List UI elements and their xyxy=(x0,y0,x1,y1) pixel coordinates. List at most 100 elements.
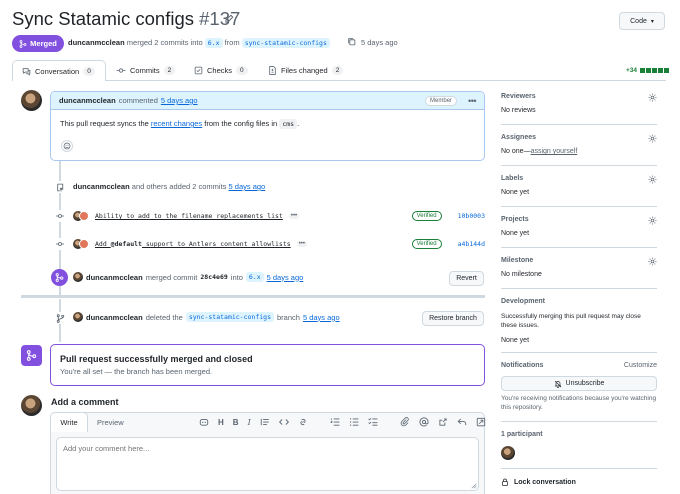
copilot-icon[interactable] xyxy=(199,417,209,427)
comment-text: from the config files in xyxy=(204,119,278,128)
kebab-menu-icon[interactable]: ••• xyxy=(468,96,476,106)
commits-event-time[interactable]: 5 days ago xyxy=(229,182,266,191)
gear-icon[interactable] xyxy=(648,216,657,225)
copy-branch-icon[interactable] xyxy=(347,37,356,48)
code-button[interactable]: Code ▾ xyxy=(619,12,665,30)
sidebar-assignees[interactable]: Assignees No one—assign yourself xyxy=(501,131,657,165)
editor-toolbar: H B I xyxy=(199,417,486,427)
gear-icon[interactable] xyxy=(648,134,657,143)
gear-icon[interactable] xyxy=(648,93,657,102)
member-badge: Member xyxy=(425,95,458,106)
diffstat-square xyxy=(646,68,652,73)
verified-badge[interactable]: Verified xyxy=(411,211,442,221)
avatar[interactable] xyxy=(501,446,515,460)
participants-label: 1 participant xyxy=(501,431,543,438)
tab-files-changed[interactable]: Files changed 2 xyxy=(268,66,344,75)
lock-conversation-link[interactable]: Lock conversation xyxy=(501,478,576,486)
head-branch[interactable]: sync-statamic-configs xyxy=(241,38,330,48)
gear-icon[interactable] xyxy=(648,175,657,184)
tab-commits-count: 2 xyxy=(163,66,176,75)
diffstat[interactable]: +34 xyxy=(626,67,670,74)
task-list-icon[interactable] xyxy=(368,417,378,427)
pr-author-link[interactable]: duncanmcclean xyxy=(68,38,125,47)
commit-row: Ability to add to the filename replaceme… xyxy=(73,209,485,223)
merge-event-author[interactable]: duncanmcclean xyxy=(86,273,143,282)
avatar[interactable] xyxy=(21,395,42,416)
commits-event-author[interactable]: duncanmcclean xyxy=(73,182,130,191)
unsubscribe-button[interactable]: Unsubscribe xyxy=(501,376,657,391)
avatar[interactable] xyxy=(73,272,83,282)
file-diff-icon xyxy=(269,66,276,75)
link-icon[interactable] xyxy=(298,417,308,427)
avatar[interactable] xyxy=(79,239,89,249)
gear-icon[interactable] xyxy=(648,257,657,266)
unordered-list-icon[interactable] xyxy=(349,417,359,427)
resize-handle-icon[interactable] xyxy=(471,483,477,489)
git-commit-icon xyxy=(116,68,126,73)
mention-icon[interactable] xyxy=(419,417,429,427)
assignees-none: No one— xyxy=(501,148,531,155)
editor-tab-write[interactable]: Write xyxy=(50,412,88,432)
edit-title-icon[interactable] xyxy=(224,14,234,26)
ordered-list-icon[interactable] xyxy=(329,417,340,427)
heading-icon[interactable]: H xyxy=(218,418,224,427)
lock-icon xyxy=(502,478,508,486)
paperclip-icon[interactable] xyxy=(400,417,410,427)
sidebar-notifications: Notifications Customize Unsubscribe You'… xyxy=(501,359,657,415)
editor-tab-preview[interactable]: Preview xyxy=(97,418,124,427)
commit-message-link[interactable]: Ability to add to the filename replaceme… xyxy=(95,212,283,220)
cross-reference-icon[interactable] xyxy=(438,417,448,427)
delete-event-author[interactable]: duncanmcclean xyxy=(86,313,143,322)
tab-checks[interactable]: Checks 0 xyxy=(194,66,248,75)
merge-event-time[interactable]: 5 days ago xyxy=(267,273,304,282)
base-branch[interactable]: 6.x xyxy=(204,38,223,48)
commit-sha-link[interactable]: 10b0003 xyxy=(458,212,485,220)
reviewers-value: No reviews xyxy=(501,107,536,114)
comment-time[interactable]: 5 days ago xyxy=(161,96,198,105)
verified-badge[interactable]: Verified xyxy=(411,239,442,249)
sidebar-projects[interactable]: Projects None yet xyxy=(501,213,657,247)
delete-event-time[interactable]: 5 days ago xyxy=(303,313,340,322)
bell-slash-icon xyxy=(554,380,561,388)
sidebar-development: Development Successfully merging this pu… xyxy=(501,295,657,347)
tab-commits[interactable]: Commits 2 xyxy=(116,66,176,75)
avatar[interactable] xyxy=(73,312,83,322)
projects-value: None yet xyxy=(501,230,530,237)
projects-label: Projects xyxy=(501,216,529,223)
avatar[interactable] xyxy=(21,90,42,111)
merge-event-branch[interactable]: 6.x xyxy=(245,272,264,282)
sidebar-milestone[interactable]: Milestone No milestone xyxy=(501,254,657,288)
labels-label: Labels xyxy=(501,175,524,182)
pr-title-text: Sync Statamic configs xyxy=(12,8,194,29)
merged-status-subtitle: You're all set — the branch has been mer… xyxy=(60,367,213,376)
comment-action: commented xyxy=(118,96,158,105)
sidebar-labels[interactable]: Labels None yet xyxy=(501,172,657,206)
customize-link[interactable]: Customize xyxy=(624,362,657,369)
add-reaction-icon[interactable] xyxy=(61,140,73,152)
tab-conversation[interactable]: Conversation 0 xyxy=(12,60,106,81)
code-icon[interactable] xyxy=(278,417,289,427)
restore-branch-button[interactable]: Restore branch xyxy=(422,311,484,326)
assign-yourself-link[interactable]: assign yourself xyxy=(531,148,578,155)
comment-author[interactable]: duncanmcclean xyxy=(59,96,116,105)
tab-files-changed-label: Files changed xyxy=(281,66,328,75)
tab-conversation-count: 0 xyxy=(83,66,95,76)
recent-changes-link[interactable]: recent changes xyxy=(151,119,202,128)
commit-sha-link[interactable]: a4b144d xyxy=(458,240,485,248)
merge-commit-sha[interactable]: 28c4e69 xyxy=(200,273,227,281)
expand-commit-button[interactable]: ••• xyxy=(296,241,307,247)
reply-icon[interactable] xyxy=(457,417,467,427)
sidebar-reviewers[interactable]: Reviewers No reviews xyxy=(501,90,657,124)
diffstat-square xyxy=(640,68,646,73)
expand-commit-button[interactable]: ••• xyxy=(288,213,300,219)
deleted-branch[interactable]: sync-statamic-configs xyxy=(185,312,274,322)
pr-time: 5 days ago xyxy=(361,38,398,47)
quote-icon[interactable] xyxy=(260,417,270,427)
commit-message-link[interactable]: Add @default support to Antlers content … xyxy=(95,240,291,248)
revert-button[interactable]: Revert xyxy=(449,271,484,286)
avatar[interactable] xyxy=(79,211,89,221)
fullscreen-icon[interactable] xyxy=(476,417,486,427)
comment-textarea[interactable] xyxy=(56,437,479,491)
italic-icon[interactable]: I xyxy=(248,418,251,427)
bold-icon[interactable]: B xyxy=(233,418,239,427)
